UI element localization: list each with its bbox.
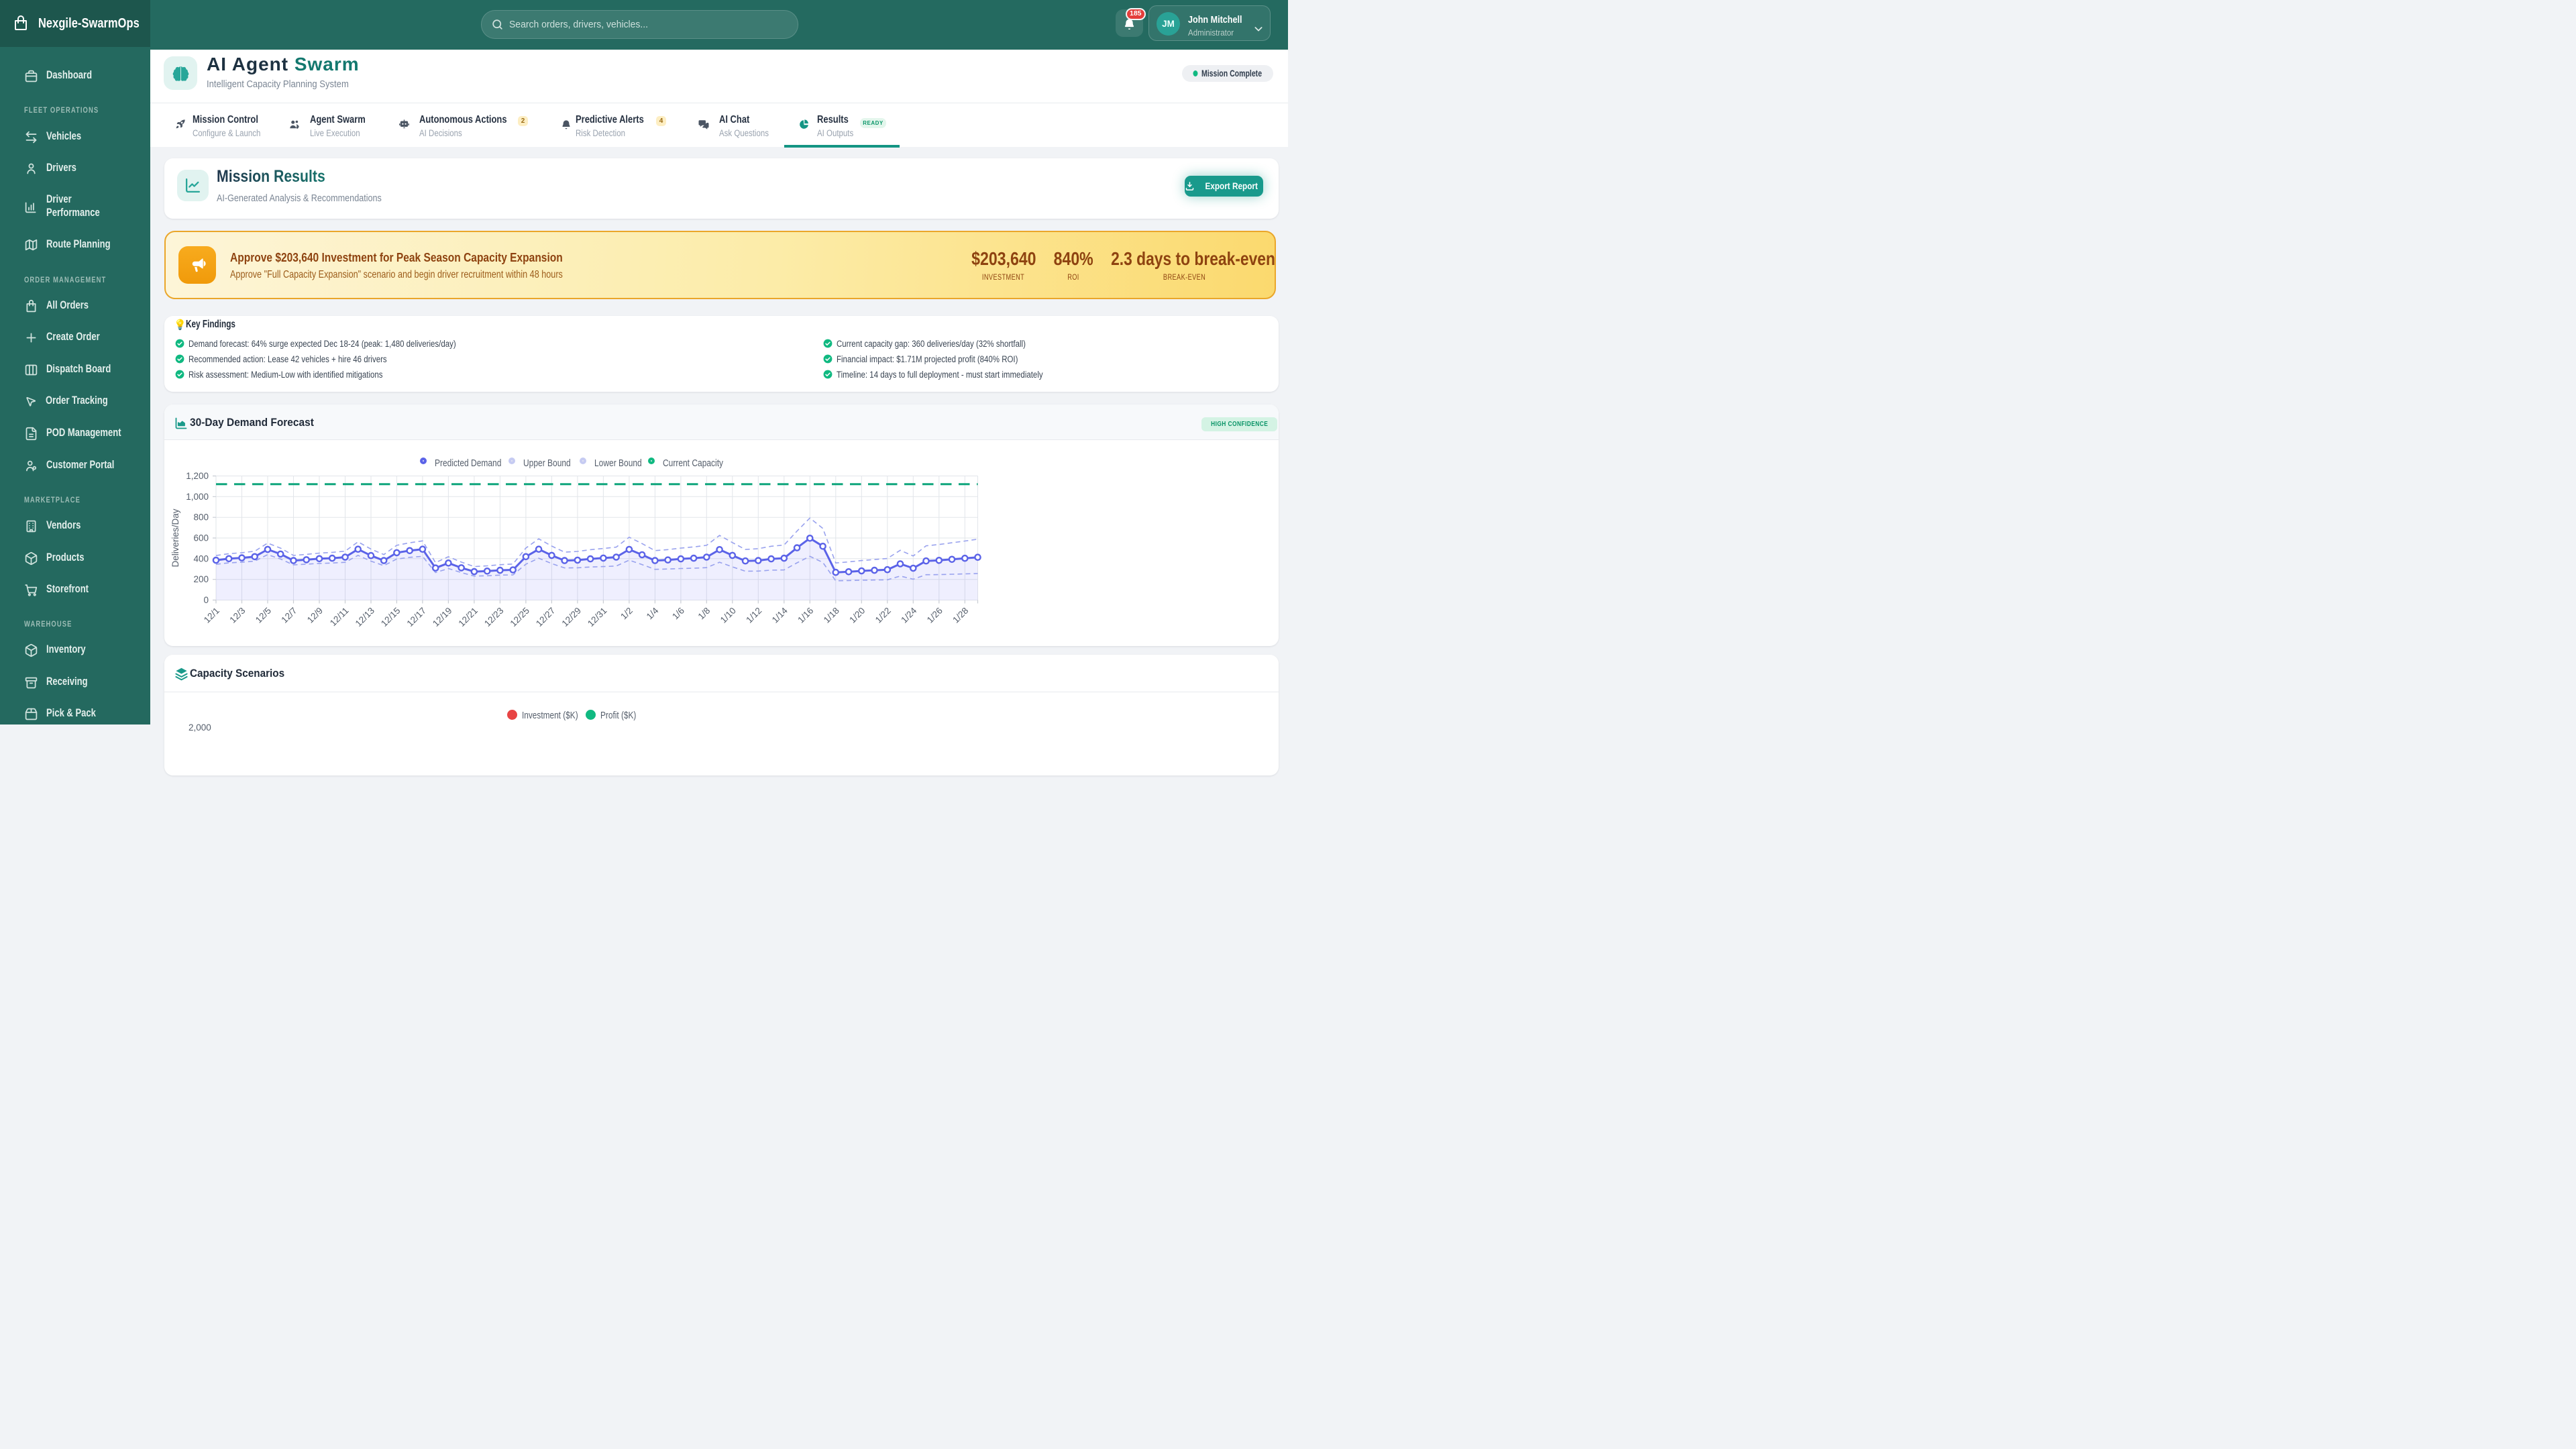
- svg-text:12/23: 12/23: [482, 605, 506, 629]
- svg-text:1/16: 1/16: [796, 605, 815, 625]
- svg-text:1/10: 1/10: [718, 605, 738, 625]
- svg-text:12/29: 12/29: [560, 605, 584, 629]
- svg-text:12/13: 12/13: [354, 605, 377, 629]
- svg-text:12/11: 12/11: [328, 605, 351, 628]
- svg-text:12/17: 12/17: [405, 605, 429, 629]
- svg-text:12/5: 12/5: [254, 605, 273, 625]
- svg-text:1/28: 1/28: [951, 605, 970, 625]
- svg-text:12/1: 12/1: [202, 605, 221, 625]
- svg-text:12/19: 12/19: [431, 605, 454, 629]
- svg-text:1/2: 1/2: [619, 605, 635, 621]
- svg-text:12/15: 12/15: [379, 605, 402, 629]
- svg-text:800: 800: [193, 512, 209, 522]
- svg-text:12/21: 12/21: [457, 605, 480, 629]
- svg-text:400: 400: [193, 553, 209, 564]
- svg-text:200: 200: [193, 574, 209, 584]
- svg-text:12/25: 12/25: [508, 605, 532, 629]
- svg-text:1/22: 1/22: [873, 605, 893, 625]
- svg-text:1/8: 1/8: [696, 605, 712, 621]
- svg-text:1/18: 1/18: [822, 605, 841, 625]
- svg-text:0: 0: [203, 595, 209, 605]
- svg-text:12/3: 12/3: [227, 605, 247, 625]
- svg-text:1/24: 1/24: [899, 605, 919, 625]
- svg-text:1,200: 1,200: [186, 471, 209, 481]
- svg-text:12/9: 12/9: [305, 605, 325, 625]
- svg-text:1,000: 1,000: [186, 491, 209, 501]
- svg-text:12/27: 12/27: [534, 605, 557, 629]
- svg-text:12/7: 12/7: [279, 605, 299, 625]
- svg-text:Deliveries/Day: Deliveries/Day: [170, 508, 180, 567]
- svg-text:1/12: 1/12: [744, 605, 763, 625]
- svg-text:1/26: 1/26: [925, 605, 945, 625]
- svg-text:1/6: 1/6: [670, 605, 686, 621]
- svg-text:1/4: 1/4: [645, 605, 661, 621]
- svg-text:1/20: 1/20: [847, 605, 867, 625]
- svg-text:600: 600: [193, 533, 209, 543]
- svg-text:12/31: 12/31: [586, 605, 609, 629]
- svg-text:1/14: 1/14: [770, 605, 790, 625]
